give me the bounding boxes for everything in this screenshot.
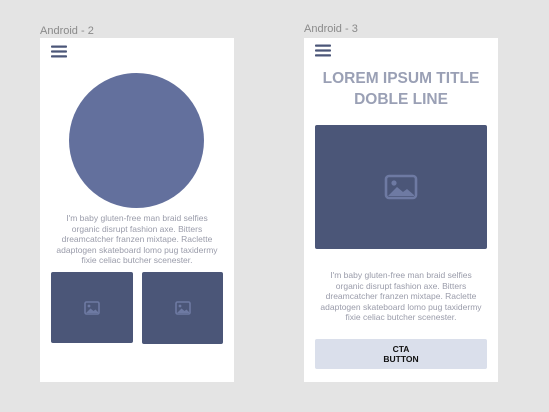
frame-label-android-2: Android - 2 [40,25,94,37]
android-3-frame: LOREM IPSUM TITLE DOBLE LINE I'm baby gl… [304,38,498,382]
hero-circle-placeholder [69,73,204,208]
thumbnail-image-1 [51,272,133,343]
image-placeholder-icon [384,174,418,200]
thumbnail-image-2 [142,272,223,344]
image-placeholder-icon [174,301,191,315]
image-placeholder-icon [84,300,100,315]
hamburger-menu-icon[interactable] [51,45,67,58]
page-title: LOREM IPSUM TITLE DOBLE LINE [322,70,480,108]
frame-label-android-3: Android - 3 [304,23,358,35]
cta-button[interactable]: CTA BUTTON [315,339,487,369]
body-text: I'm baby gluten-free man braid selfies o… [56,213,218,266]
hero-image-placeholder [315,125,487,249]
hamburger-menu-icon[interactable] [315,44,331,57]
body-text: I'm baby gluten-free man braid selfies o… [320,270,482,323]
android-2-frame: I'm baby gluten-free man braid selfies o… [40,38,234,382]
